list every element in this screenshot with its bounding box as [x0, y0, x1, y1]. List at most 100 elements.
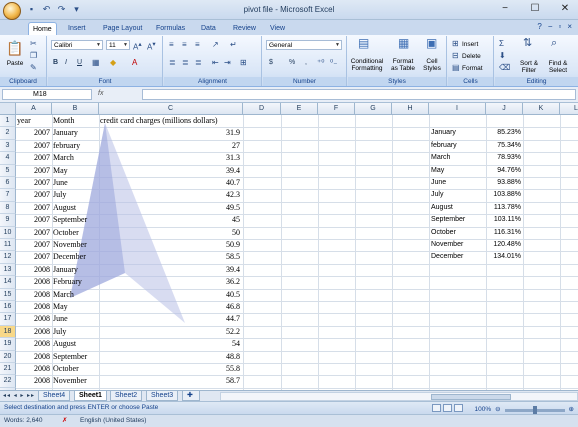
- tab-review[interactable]: Review: [229, 22, 260, 35]
- column-header-h[interactable]: H: [392, 103, 429, 115]
- column-header-j[interactable]: J: [486, 103, 523, 115]
- cell-side-month[interactable]: January: [431, 127, 486, 139]
- close-button[interactable]: ✕: [556, 2, 574, 16]
- cell-year[interactable]: 2007: [16, 214, 50, 226]
- cell-charges[interactable]: 40.7: [99, 177, 240, 189]
- cell-month[interactable]: August: [53, 338, 98, 350]
- cell-year[interactable]: 2007: [16, 165, 50, 177]
- sheet-tab-sheet1[interactable]: Sheet1: [74, 391, 107, 401]
- cell-side-percent[interactable]: 103.88%: [486, 189, 521, 201]
- cell-side-month[interactable]: february: [431, 140, 486, 152]
- cell-side-month[interactable]: July: [431, 189, 486, 201]
- paste-button[interactable]: Paste: [2, 60, 28, 67]
- cell-charges[interactable]: 46.8: [99, 301, 240, 313]
- fill-icon[interactable]: ⬇: [499, 51, 506, 61]
- row-header-12[interactable]: 12: [0, 251, 16, 264]
- cell-year[interactable]: 2008: [16, 363, 50, 375]
- cell-year[interactable]: 2007: [16, 140, 50, 152]
- row-header-1[interactable]: 1: [0, 115, 16, 128]
- font-color-icon[interactable]: A: [132, 58, 137, 68]
- tab-insert[interactable]: Insert: [64, 22, 90, 35]
- cell-charges[interactable]: 39.4: [99, 264, 240, 276]
- cell-charges[interactable]: 31.9: [99, 127, 240, 139]
- proofing-icon[interactable]: ✗: [62, 415, 67, 427]
- cell-charges[interactable]: 45: [99, 214, 240, 226]
- row-header-18[interactable]: 18: [0, 325, 16, 339]
- align-bottom-icon[interactable]: ≡: [195, 40, 200, 50]
- column-header-b[interactable]: B: [52, 103, 99, 115]
- cell-charges[interactable]: 44.7: [99, 313, 240, 325]
- cell-charges[interactable]: 27: [99, 140, 240, 152]
- cell-month[interactable]: November: [53, 375, 98, 387]
- cell-charges[interactable]: 54: [99, 338, 240, 350]
- column-header-k[interactable]: K: [523, 103, 560, 115]
- row-header-22[interactable]: 22: [0, 375, 16, 388]
- column-header-d[interactable]: D: [243, 103, 281, 115]
- zoom-slider[interactable]: [504, 405, 565, 415]
- horizontal-scrollbar[interactable]: [220, 392, 578, 401]
- cell-charges[interactable]: 31.3: [99, 152, 240, 164]
- cell-month[interactable]: July: [53, 189, 98, 201]
- cell-charges[interactable]: 55.8: [99, 363, 240, 375]
- cell-charges[interactable]: 40.5: [99, 289, 240, 301]
- cut-icon[interactable]: ✂: [30, 39, 37, 49]
- tab-page-layout[interactable]: Page Layout: [99, 22, 146, 35]
- cell-side-percent[interactable]: 93.88%: [486, 177, 521, 189]
- cell-charges[interactable]: 58.7: [99, 375, 240, 387]
- insert-sheet-icon[interactable]: ✚: [182, 391, 200, 401]
- page-layout-view-icon[interactable]: [443, 404, 452, 412]
- cell-month[interactable]: November: [53, 239, 98, 251]
- row-header-7[interactable]: 7: [0, 189, 16, 202]
- format-cells-icon[interactable]: ▤: [452, 63, 460, 73]
- cell-year[interactable]: 2008: [16, 301, 50, 313]
- format-painter-icon[interactable]: ✎: [30, 63, 37, 73]
- cell-month[interactable]: October: [53, 227, 98, 239]
- wrap-text-icon[interactable]: ↵: [230, 40, 237, 50]
- cell-year[interactable]: 2008: [16, 264, 50, 276]
- formula-input[interactable]: [142, 89, 576, 100]
- cell-side-month[interactable]: October: [431, 227, 486, 239]
- align-left-icon[interactable]: ≣: [169, 58, 176, 68]
- cell-month[interactable]: July: [53, 326, 98, 338]
- cell-side-percent[interactable]: 103.11%: [486, 214, 521, 226]
- insert-function-icon[interactable]: fx: [98, 90, 138, 100]
- row-header-3[interactable]: 3: [0, 139, 16, 153]
- delete-cells-icon[interactable]: ⊟: [452, 51, 459, 61]
- cell-month[interactable]: December: [53, 251, 98, 263]
- cell-month[interactable]: June: [53, 313, 98, 325]
- fill-color-icon[interactable]: ◆: [110, 58, 116, 68]
- column-header-a[interactable]: A: [16, 103, 52, 115]
- cell-month[interactable]: March: [53, 152, 98, 164]
- align-middle-icon[interactable]: ≡: [182, 40, 187, 50]
- row-header-4[interactable]: 4: [0, 152, 16, 165]
- format-cells-button[interactable]: Format: [462, 65, 483, 72]
- cell-side-percent[interactable]: 78.93%: [486, 152, 521, 164]
- conditional-formatting-button[interactable]: Conditional Formatting: [348, 58, 386, 72]
- cell-side-percent[interactable]: 134.01%: [486, 251, 521, 263]
- name-box[interactable]: M18: [2, 89, 92, 100]
- tab-view[interactable]: View: [266, 22, 289, 35]
- cell-month[interactable]: October: [53, 363, 98, 375]
- language-indicator[interactable]: English (United States): [80, 415, 146, 427]
- tab-data[interactable]: Data: [197, 22, 220, 35]
- page-break-view-icon[interactable]: [454, 404, 463, 412]
- grow-font-icon[interactable]: A▴: [133, 40, 142, 53]
- sort-filter-button[interactable]: Sort & Filter: [515, 60, 543, 74]
- clear-icon[interactable]: ⌫: [499, 63, 510, 73]
- tab-formulas[interactable]: Formulas: [152, 22, 189, 35]
- cell-side-percent[interactable]: 116.31%: [486, 227, 521, 239]
- currency-button[interactable]: $: [269, 58, 273, 68]
- cell-year[interactable]: 2007: [16, 189, 50, 201]
- cell-year[interactable]: 2007: [16, 152, 50, 164]
- increase-decimal-icon[interactable]: ⁺⁰: [317, 58, 324, 68]
- cell-month[interactable]: february: [53, 140, 98, 152]
- sort-filter-icon[interactable]: ⇅: [523, 38, 532, 49]
- paste-icon[interactable]: 📋: [6, 39, 23, 57]
- select-all-corner[interactable]: [0, 103, 16, 115]
- cell-charges[interactable]: 49.5: [99, 202, 240, 214]
- cell-side-month[interactable]: May: [431, 165, 486, 177]
- cell-year[interactable]: 2007: [16, 127, 50, 139]
- cell-year[interactable]: 2008: [16, 338, 50, 350]
- normal-view-icon[interactable]: [432, 404, 441, 412]
- cell-charges[interactable]: 42.3: [99, 189, 240, 201]
